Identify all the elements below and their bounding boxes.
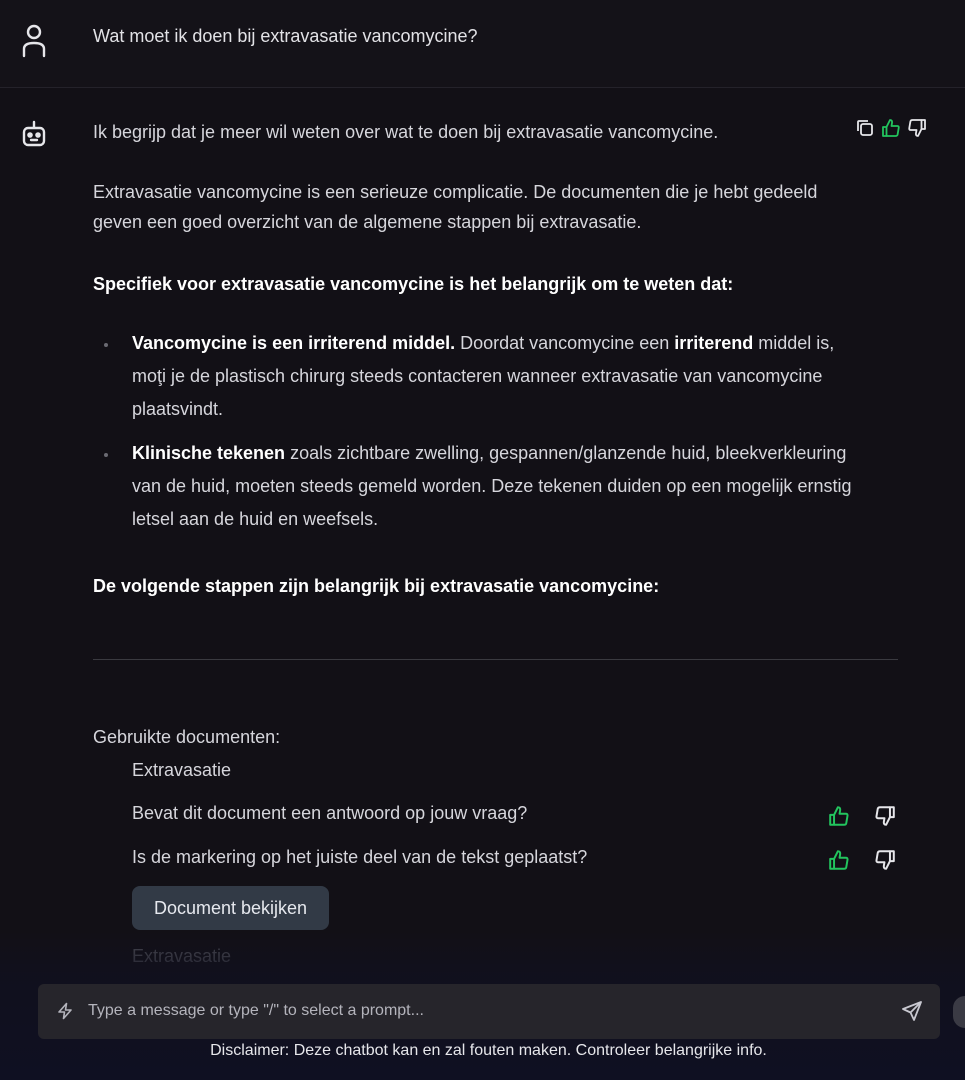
thumbs-down-icon[interactable]	[907, 118, 927, 138]
thumbs-up-icon[interactable]	[881, 118, 901, 138]
user-message-row: Wat moet ik doen bij extravasatie vancom…	[0, 0, 965, 88]
bullet-list: Vancomycine is een irriterend middel. Do…	[93, 327, 863, 547]
divider	[93, 659, 898, 660]
bullet-bold-text: irriterend	[674, 333, 754, 353]
thumbs-down-icon[interactable]	[874, 849, 896, 871]
prompt-bolt-icon[interactable]	[56, 1002, 74, 1020]
thumbs-up-icon[interactable]	[828, 849, 850, 871]
documents-title: Gebruikte documenten:	[93, 727, 281, 747]
document-name: Extravasatie	[132, 760, 232, 780]
bullet-dot	[104, 343, 108, 347]
bullet-bold-text: Klinische tekenen	[132, 443, 286, 463]
document-name: Extravasatie	[132, 946, 232, 966]
bullet-bold-text: Vancomycine is een irriterend middel.	[132, 333, 456, 353]
user-icon	[22, 24, 46, 58]
send-icon[interactable]	[901, 1000, 923, 1022]
bullet-text: Doordat vancomycine een	[455, 333, 675, 353]
copy-icon[interactable]	[855, 118, 875, 138]
bot-icon	[22, 120, 46, 147]
feedback-question: Is de markering op het juiste deel van d…	[132, 847, 588, 867]
list-item: Klinische tekenen zoals zichtbare zwelli…	[93, 437, 863, 536]
view-document-button[interactable]: Document bekijken	[132, 886, 329, 930]
message-input-bar	[38, 984, 940, 1039]
bot-heading: Specifiek voor extravasatie vancomycine …	[93, 274, 734, 294]
feedback-buttons	[828, 805, 896, 827]
bot-heading: De volgende stappen zijn belangrijk bij …	[93, 576, 660, 596]
thumbs-down-icon[interactable]	[874, 805, 896, 827]
thumbs-up-icon[interactable]	[828, 805, 850, 827]
feedback-buttons	[828, 849, 896, 871]
user-message-text: Wat moet ik doen bij extravasatie vancom…	[93, 26, 478, 46]
bot-paragraph: Extravasatie vancomycine is een serieuze…	[93, 182, 818, 232]
feedback-question: Bevat dit document een antwoord op jouw …	[132, 803, 528, 823]
scroll-button[interactable]	[953, 996, 965, 1028]
message-actions	[855, 118, 927, 138]
list-item: Vancomycine is een irriterend middel. Do…	[93, 327, 863, 426]
bot-intro-text: Ik begrijp dat je meer wil weten over wa…	[93, 122, 719, 142]
disclaimer: Disclaimer: Deze chatbot kan en zal fout…	[210, 1042, 767, 1059]
message-input[interactable]	[88, 996, 888, 1026]
bullet-dot	[104, 453, 108, 457]
